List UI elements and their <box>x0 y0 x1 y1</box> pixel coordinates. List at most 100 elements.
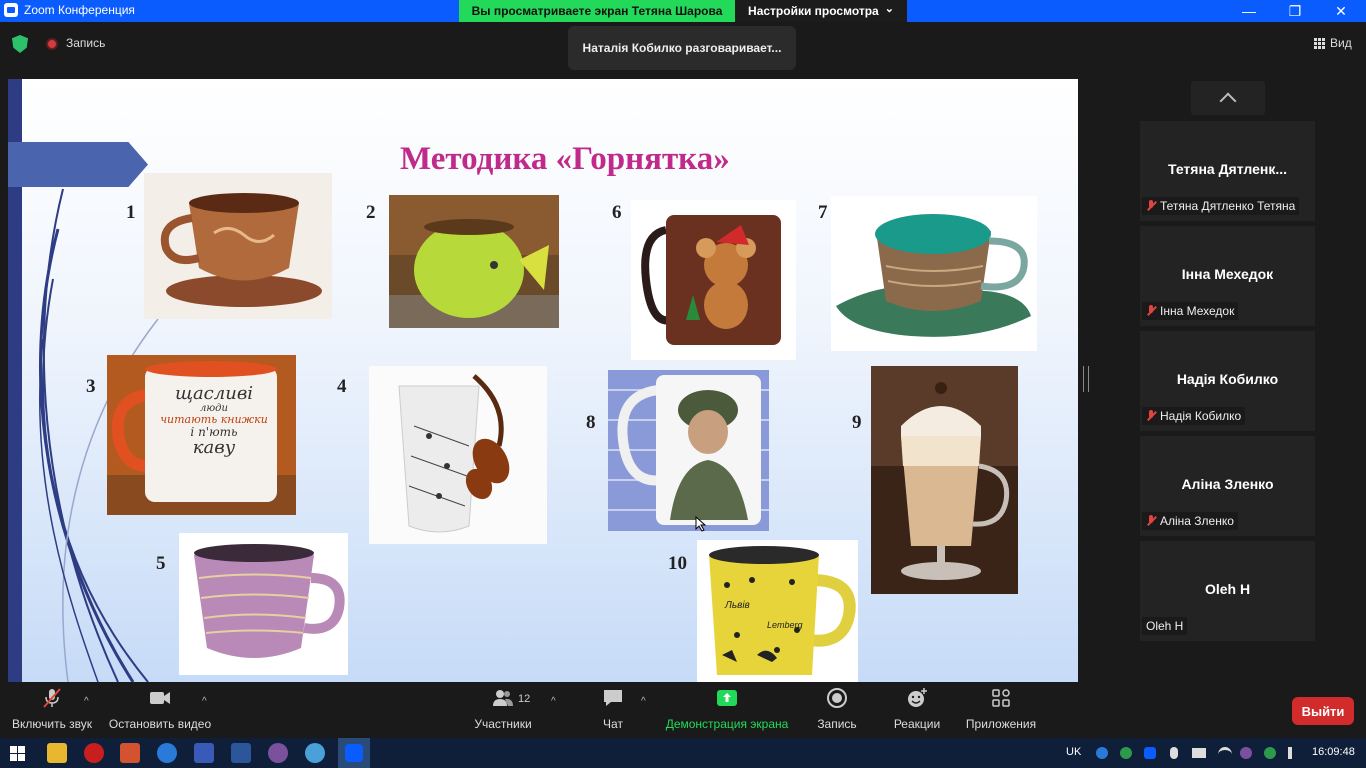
participant-label: Oleh H <box>1142 617 1188 635</box>
chat-options-caret[interactable]: ^ <box>641 696 646 707</box>
tray-app-icon[interactable] <box>1120 747 1132 759</box>
battery-icon[interactable] <box>1192 748 1206 758</box>
view-settings-dropdown[interactable]: Настройки просмотра ⌄ <box>735 0 907 22</box>
close-button[interactable]: ✕ <box>1318 0 1364 22</box>
mug-text-lemberg: Lemberg <box>767 620 803 630</box>
share-screen-icon <box>717 690 737 706</box>
mug-number-6: 6 <box>612 202 622 223</box>
mug-number-1: 1 <box>126 202 136 223</box>
chevron-down-icon: ⌄ <box>884 3 894 15</box>
participant-label-text: Надія Кобилко <box>1160 409 1242 423</box>
meeting-top-bar: Запись Наталія Кобилко разговаривает... … <box>0 22 1366 72</box>
mug-number-5: 5 <box>156 553 166 574</box>
audio-options-caret[interactable]: ^ <box>84 696 89 707</box>
mug-number-4: 4 <box>337 376 347 397</box>
wifi-icon[interactable] <box>1218 747 1232 762</box>
zoom-tray-icon[interactable] <box>1144 747 1156 759</box>
file-explorer-icon[interactable] <box>47 743 67 763</box>
mic-muted-icon <box>1146 410 1156 422</box>
recording-label: Запись <box>66 36 106 50</box>
mug-photo-8 <box>608 370 769 531</box>
tray-app-icon[interactable] <box>1264 747 1276 759</box>
security-shield-icon[interactable] <box>12 35 28 53</box>
mug-photo-4 <box>369 366 547 544</box>
mug-photo-2 <box>389 195 559 328</box>
zoom-taskbar-icon[interactable] <box>338 738 370 768</box>
meeting-toolbar: Включить звук ^ Остановить видео ^ Участ… <box>0 682 1366 738</box>
participant-label-text: Oleh H <box>1146 619 1184 633</box>
apps-button[interactable]: Приложения <box>962 682 1040 738</box>
microphone-muted-icon <box>43 688 61 708</box>
tray-app-icon[interactable] <box>1096 747 1108 759</box>
app-icon[interactable] <box>305 743 325 763</box>
microphone-tray-icon[interactable] <box>1170 747 1178 759</box>
participant-label: Аліна Зленко <box>1142 512 1238 530</box>
share-screen-button[interactable]: Демонстрация экрана <box>664 682 790 738</box>
scroll-up-button[interactable] <box>1191 81 1265 115</box>
mug-photo-7 <box>831 196 1037 351</box>
participant-name: Тетяна Дятленк... <box>1167 161 1288 177</box>
video-options-caret[interactable]: ^ <box>202 696 207 707</box>
record-label: Запись <box>817 717 857 731</box>
mug-number-8: 8 <box>586 412 596 433</box>
panel-resize-handle[interactable] <box>1083 366 1089 392</box>
viber-icon[interactable] <box>268 743 288 763</box>
clock-time[interactable]: 16:09:48 <box>1312 746 1355 758</box>
participant-tile[interactable]: Oleh H Oleh H <box>1140 541 1315 641</box>
participant-name: Аліна Зленко <box>1181 476 1274 492</box>
document-icon[interactable] <box>194 743 214 763</box>
mug-number-3: 3 <box>86 376 96 397</box>
mug-photo-5 <box>179 533 348 675</box>
participant-label-text: Аліна Зленко <box>1160 514 1234 528</box>
reactions-button[interactable]: Реакции <box>890 682 944 738</box>
chat-bubble-icon <box>604 690 622 706</box>
reactions-label: Реакции <box>893 717 941 731</box>
chat-label: Чат <box>603 717 623 731</box>
reaction-smiley-icon <box>908 688 927 707</box>
participant-label: Інна Мехедок <box>1142 302 1239 320</box>
participant-tile[interactable]: Тетяна Дятленк... Тетяна Дятленко Тетяна <box>1140 121 1315 221</box>
mug-photo-10: Львів Lemberg <box>697 540 858 682</box>
stop-video-button[interactable]: Остановить видео <box>108 682 212 738</box>
mug-text-lviv: Львів <box>725 600 750 611</box>
input-language[interactable]: UK <box>1066 746 1081 758</box>
record-button[interactable]: Запись <box>810 682 864 738</box>
powerpoint-icon[interactable] <box>120 743 140 763</box>
chevron-up-icon <box>1219 92 1237 110</box>
screen-share-banner: Вы просматриваете экран Тетяна Шарова <box>459 0 735 22</box>
slide-arrow-tab <box>8 142 148 187</box>
mug-number-9: 9 <box>852 412 862 433</box>
participant-tile[interactable]: Надія Кобилко Надія Кобилко <box>1140 331 1315 431</box>
participant-name: Інна Мехедок <box>1181 266 1274 282</box>
app-icon[interactable] <box>157 743 177 763</box>
participant-tile[interactable]: Аліна Зленко Аліна Зленко <box>1140 436 1315 536</box>
mug-photo-3: щасливі люди читають книжки і п'ють каву <box>107 355 296 515</box>
participants-options-caret[interactable]: ^ <box>551 696 556 707</box>
maximize-button[interactable]: ❐ <box>1272 0 1318 22</box>
viber-tray-icon[interactable] <box>1240 747 1252 759</box>
participant-tile[interactable]: Інна Мехедок Інна Мехедок <box>1140 226 1315 326</box>
word-icon[interactable] <box>231 743 251 763</box>
opera-browser-icon[interactable] <box>84 743 104 763</box>
mic-muted-icon <box>1146 515 1156 527</box>
window-title: Zoom Конференция <box>24 3 135 17</box>
mug-photo-6 <box>631 200 796 360</box>
participants-label: Участники <box>474 717 532 731</box>
participant-name: Oleh H <box>1204 581 1251 597</box>
volume-icon[interactable] <box>1288 747 1304 759</box>
view-button[interactable]: Вид <box>1314 36 1352 50</box>
active-speaker-indicator: Наталія Кобилко разговаривает... <box>568 26 796 70</box>
minimize-button[interactable]: — <box>1226 0 1272 22</box>
apps-label: Приложения <box>965 717 1037 731</box>
share-screen-label: Демонстрация экрана <box>665 717 789 731</box>
unmute-button[interactable]: Включить звук <box>8 682 96 738</box>
participant-label-text: Інна Мехедок <box>1160 304 1235 318</box>
windows-start-icon[interactable] <box>10 746 25 761</box>
recording-icon <box>46 38 58 50</box>
leave-meeting-button[interactable]: Выйти <box>1292 697 1354 725</box>
grid-view-icon <box>1314 37 1325 49</box>
participants-button[interactable]: Участники <box>470 682 536 738</box>
mouse-cursor-icon <box>695 516 707 532</box>
mug-photo-9 <box>871 366 1018 594</box>
chat-button[interactable]: Чат <box>594 682 632 738</box>
